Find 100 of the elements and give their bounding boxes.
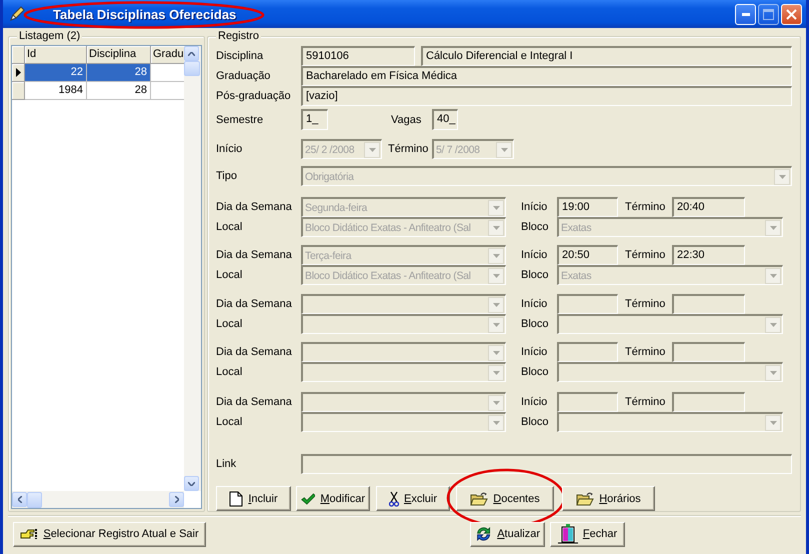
input-field[interactable]: [vazio]: [301, 86, 792, 106]
scroll-down-icon: [188, 482, 195, 486]
field-label: Bloco: [521, 366, 550, 378]
dropdown-field[interactable]: [557, 412, 783, 432]
time-field[interactable]: [672, 294, 745, 314]
refresh-icon: [475, 524, 492, 544]
field-label: Bloco: [521, 318, 550, 330]
dropdown-arrow-icon: [770, 274, 776, 278]
input-field[interactable]: 1_: [301, 109, 328, 130]
scroll-right-icon: [174, 496, 178, 503]
close-icon: [786, 8, 797, 20]
time-field[interactable]: [672, 392, 745, 412]
action-button[interactable]: Excluir: [376, 486, 450, 511]
action-button[interactable]: Modificar: [296, 486, 370, 511]
open-folder-icon: [576, 492, 594, 506]
field-label: Término: [388, 143, 430, 155]
field-label: Início: [521, 298, 548, 310]
minimize-button[interactable]: [735, 4, 756, 24]
dropdown-arrow-icon: [492, 254, 500, 258]
field-label: Local: [216, 269, 244, 281]
action-button[interactable]: Atualizar: [470, 522, 545, 546]
time-field[interactable]: 20:40: [672, 197, 745, 217]
code-field[interactable]: 5910106: [301, 46, 415, 66]
field-label: Início: [521, 396, 548, 408]
action-button[interactable]: Incluir: [216, 486, 291, 511]
pointing-hand-icon: [20, 527, 38, 541]
table-cell: 28: [87, 82, 151, 100]
field-label: Dia da Semana: [216, 346, 293, 358]
field-label: Bloco: [521, 269, 550, 281]
field-label: Término: [625, 396, 666, 408]
dropdown-arrow-icon: [492, 274, 500, 278]
dropdown-arrow-icon: [778, 174, 786, 178]
table-cell: 1984: [25, 82, 87, 100]
dropdown-arrow-icon: [492, 226, 500, 230]
scrollbar-thumb[interactable]: [184, 61, 200, 76]
minimize-icon: [742, 12, 750, 16]
dropdown-arrow-icon: [770, 420, 776, 424]
field-label: Disciplina: [216, 50, 264, 62]
select-and-exit-button[interactable]: Selecionar Registro Atual e Sair: [13, 522, 206, 546]
door-exit-icon: [558, 524, 578, 544]
time-field[interactable]: 20:50: [557, 245, 618, 265]
time-field[interactable]: 22:30: [672, 245, 745, 265]
field-label: Semestre: [216, 114, 264, 126]
field-label: Bloco: [521, 416, 550, 428]
dropdown-field[interactable]: [301, 294, 506, 314]
field-label: Link: [216, 458, 238, 470]
action-button[interactable]: Fechar: [550, 522, 625, 546]
dropdown-arrow-icon: [492, 302, 500, 306]
time-field[interactable]: 19:00: [557, 197, 618, 217]
time-field[interactable]: [557, 342, 618, 362]
dropdown-field[interactable]: [301, 342, 506, 362]
column-header[interactable]: Gradu: [151, 46, 186, 64]
maximize-button[interactable]: [758, 4, 779, 24]
time-field[interactable]: [557, 392, 618, 412]
horizontal-scrollbar[interactable]: [12, 491, 184, 508]
group-title: Listagem (2): [17, 30, 82, 42]
group-title: Registro: [216, 30, 261, 42]
open-folder-icon: [470, 492, 488, 506]
field-label: Início: [521, 346, 548, 358]
dropdown-arrow-icon: [770, 226, 776, 230]
action-button[interactable]: Docentes: [456, 486, 554, 511]
name-field[interactable]: Cálculo Diferencial e Integral I: [421, 46, 792, 66]
dropdown-arrow-icon: [770, 370, 776, 374]
close-button[interactable]: [781, 4, 802, 24]
field-label: Vagas: [391, 114, 422, 126]
scroll-left-icon: [18, 496, 22, 502]
column-header[interactable]: Disciplina: [87, 46, 151, 64]
dropdown-arrow-icon: [492, 420, 500, 424]
field-label: Término: [625, 201, 666, 213]
dropdown-field[interactable]: [301, 314, 506, 334]
column-header[interactable]: Id: [25, 46, 87, 64]
dropdown-field[interactable]: [301, 362, 506, 382]
grid-corner: [12, 46, 25, 64]
field-label: Graduação: [216, 70, 272, 82]
dropdown-field[interactable]: [301, 392, 506, 412]
vertical-scrollbar[interactable]: [184, 46, 201, 491]
input-field[interactable]: 40_: [432, 109, 458, 130]
time-field[interactable]: [557, 294, 618, 314]
field-label: Local: [216, 318, 244, 330]
action-button[interactable]: Horários: [562, 486, 655, 511]
dropdown-field[interactable]: [301, 412, 506, 432]
dropdown-arrow-icon: [492, 350, 500, 354]
field-label: Início: [521, 201, 548, 213]
dropdown-arrow-icon: [500, 148, 508, 152]
dropdown-arrow-icon: [770, 322, 776, 326]
field-label: Início: [216, 143, 244, 155]
field-label: Dia da Semana: [216, 396, 293, 408]
field-label: Local: [216, 366, 244, 378]
scroll-up-icon: [188, 52, 195, 56]
row-indicator[interactable]: [12, 64, 25, 82]
input-field[interactable]: [301, 454, 792, 474]
time-field[interactable]: [672, 342, 745, 362]
dropdown-field[interactable]: [557, 314, 783, 334]
field-label: Término: [625, 346, 666, 358]
dropdown-arrow-icon: [492, 400, 500, 404]
field-label: Pós-graduação: [216, 90, 292, 102]
scrollbar-thumb[interactable]: [27, 492, 42, 508]
field-label: Tipo: [216, 170, 238, 182]
input-field[interactable]: Bacharelado em Física Médica: [301, 66, 792, 86]
dropdown-field[interactable]: [557, 362, 783, 382]
